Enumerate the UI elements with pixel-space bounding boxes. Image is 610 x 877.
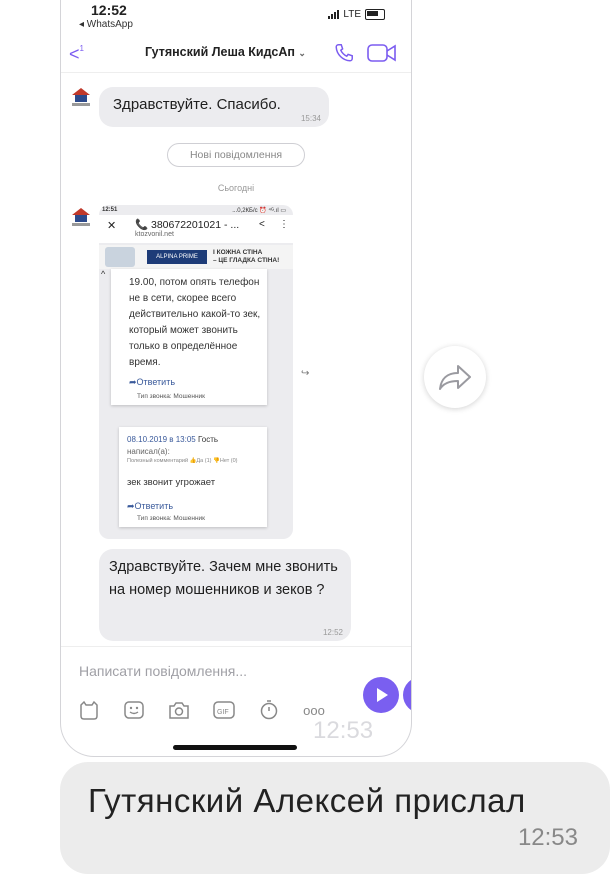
reply-link-text: Ответить (134, 501, 174, 511)
phone-screenshot: 12:52 ◂ WhatsApp LTE <1 Гутянский Леша К… (60, 0, 412, 757)
comment-date-text: 08.10.2019 в 13:05 (127, 435, 196, 444)
composer: Написати повідомлення... GIF ooo 12:53 (61, 646, 411, 756)
sticker-icon[interactable] (77, 699, 101, 721)
ad-logo: ALPINA PRIME (147, 250, 207, 264)
comment-card: 19.00, потом опять телефон не в сети, ск… (111, 269, 267, 405)
forward-arrow-icon (439, 365, 471, 390)
status-bar: 12:52 ◂ WhatsApp LTE (61, 0, 411, 36)
forward-button[interactable] (424, 346, 486, 408)
call-type: Тип звонка: Мошенник (137, 393, 206, 400)
chevron-down-icon: ⌄ (298, 48, 306, 58)
status-indicators: LTE (328, 9, 385, 20)
inner-status-bar: 12:51 ...0,2КБ/с ⏰ ⁴ᴳ.ıl ▭ (102, 207, 290, 214)
back-button[interactable]: <1 (69, 44, 84, 65)
camera-icon[interactable] (167, 699, 191, 721)
share-icon: < (259, 219, 265, 230)
send-button-secondary[interactable] (403, 677, 411, 713)
phone-call-icon[interactable] (333, 42, 355, 64)
ad-banner: ALPINA PRIME І КОЖНА СТІНА – ЦЕ ГЛАДКА СТ… (99, 245, 293, 269)
comment-card: 08.10.2019 в 13:05 Гость написал(а): Пол… (119, 427, 267, 527)
inner-status-time: 12:51 (102, 207, 118, 213)
ad-image (105, 247, 135, 267)
back-count: 1 (79, 44, 84, 53)
comment-text: 19.00, потом опять телефон не в сети, ск… (129, 277, 261, 368)
close-icon: ✕ (107, 220, 117, 232)
overlay-time: 12:53 (313, 717, 374, 744)
message-bubble[interactable]: Здравствуйте. Зачем мне звонить на номер… (99, 549, 351, 641)
contact-avatar[interactable] (69, 85, 93, 107)
network-label: LTE (343, 9, 361, 20)
call-type: Тип звонка: Мошенник (137, 515, 206, 522)
page-title-text: 380672201021 - ... (151, 219, 240, 231)
message-bubble[interactable]: Здравствуйте. Спасибо. 15:34 (99, 87, 329, 127)
message-input[interactable]: Написати повідомлення... (79, 663, 247, 679)
message-bubble-outer[interactable]: Гутянский Алексей прислал 12:53 (60, 762, 610, 874)
reply-link: ➦Ответить (129, 377, 176, 387)
ad-line-2: – ЦЕ ГЛАДКА СТІНА! (213, 257, 280, 264)
contact-name[interactable]: Гутянский Леша КидсАп ⌄ (145, 45, 306, 59)
timer-icon[interactable] (257, 699, 281, 721)
page-title: 📞 380672201021 - ... (135, 219, 240, 231)
message-text: Здравствуйте. Зачем мне звонить на номер… (109, 559, 338, 598)
useful-rating: Полезный комментарий 👍Да (1) 👎Нет (0) (127, 458, 238, 464)
composer-toolbar: GIF ooo (77, 699, 326, 721)
video-call-icon[interactable] (367, 43, 397, 63)
emoji-icon[interactable] (122, 699, 146, 721)
image-message[interactable]: 12:51 ...0,2КБ/с ⏰ ⁴ᴳ.ıl ▭ ✕ 📞 380672201… (99, 205, 293, 539)
comment-author: Гость (198, 435, 219, 444)
inner-status-indicators: ...0,2КБ/с ⏰ ⁴ᴳ.ıl ▭ (232, 208, 286, 214)
comment-wrote: написал(а): (127, 447, 170, 456)
svg-text:GIF: GIF (217, 709, 229, 716)
message-text: Здравствуйте. Спасибо. (113, 96, 281, 113)
comment-text: зек звонит угрожает (127, 477, 216, 488)
browser-url-bar: ✕ 📞 380672201021 - ... ktozvonil.net < ⋮ (99, 215, 293, 243)
message-time: 12:52 (322, 628, 343, 637)
send-button[interactable] (363, 677, 399, 713)
battery-icon (365, 9, 385, 20)
chat-area: Здравствуйте. Спасибо. 15:34 Нові повідо… (61, 73, 411, 645)
contact-name-text: Гутянский Леша КидсАп (145, 45, 295, 59)
reply-link: ➦Ответить (127, 501, 174, 511)
ad-line-1: І КОЖНА СТІНА (213, 249, 263, 256)
signal-icon (328, 10, 340, 19)
comment-date: 08.10.2019 в 13:05 Гость (127, 435, 218, 444)
chat-header: <1 Гутянский Леша КидсАп ⌄ (61, 36, 411, 73)
reply-link-text: Ответить (136, 377, 176, 387)
date-divider: Сьогодні (217, 183, 255, 193)
gif-icon[interactable]: GIF (212, 699, 236, 721)
back-to-app-link[interactable]: ◂ WhatsApp (79, 19, 133, 30)
message-text: Гутянский Алексей прислал (88, 782, 526, 819)
site-url: ktozvonil.net (135, 231, 174, 238)
new-messages-divider: Нові повідомлення (167, 143, 305, 167)
ad-text: І КОЖНА СТІНА – ЦЕ ГЛАДКА СТІНА! (213, 249, 279, 265)
more-icon: ⋮ (279, 219, 289, 230)
contact-avatar[interactable] (69, 205, 93, 227)
status-time: 12:52 (91, 2, 127, 18)
forward-icon[interactable]: ↪ (301, 368, 309, 379)
chevron-up-icon: ^ (101, 269, 106, 279)
home-indicator[interactable] (173, 745, 297, 750)
message-time: 15:34 (300, 114, 321, 123)
message-time: 12:53 (517, 824, 578, 851)
